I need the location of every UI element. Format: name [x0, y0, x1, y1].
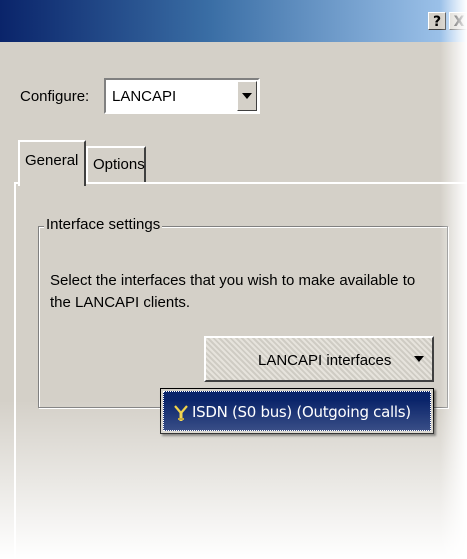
configure-label: Configure: [20, 88, 90, 105]
lancapi-interfaces-dropdown[interactable]: LANCAPI interfaces [204, 336, 434, 382]
interface-settings-legend: Interface settings [44, 216, 163, 233]
list-item-isdn-s0[interactable]: ISDN (S0 bus) (Outgoing calls) [163, 391, 431, 431]
title-bar[interactable]: ? X [0, 0, 467, 42]
tab-general[interactable]: General [18, 140, 86, 186]
configure-value: LANCAPI [112, 88, 177, 105]
isdn-plug-icon [174, 405, 188, 421]
help-button[interactable]: ? [428, 12, 446, 30]
interfaces-dropdown-list: ISDN (S0 bus) (Outgoing calls) [160, 388, 434, 434]
list-item-label: ISDN (S0 bus) (Outgoing calls) [192, 403, 411, 421]
lancapi-interfaces-label: LANCAPI interfaces [258, 352, 392, 369]
chevron-down-icon [414, 356, 424, 362]
configure-select[interactable]: LANCAPI [104, 78, 260, 114]
tab-options[interactable]: Options [86, 146, 146, 184]
close-button[interactable]: X [449, 12, 467, 30]
chevron-down-icon [242, 93, 252, 99]
interface-settings-description: Select the interfaces that you wish to m… [50, 272, 416, 311]
configure-dropdown-button[interactable] [237, 81, 257, 111]
lancapi-dialog: ? X Configure: LANCAPI General Options I… [0, 0, 467, 559]
